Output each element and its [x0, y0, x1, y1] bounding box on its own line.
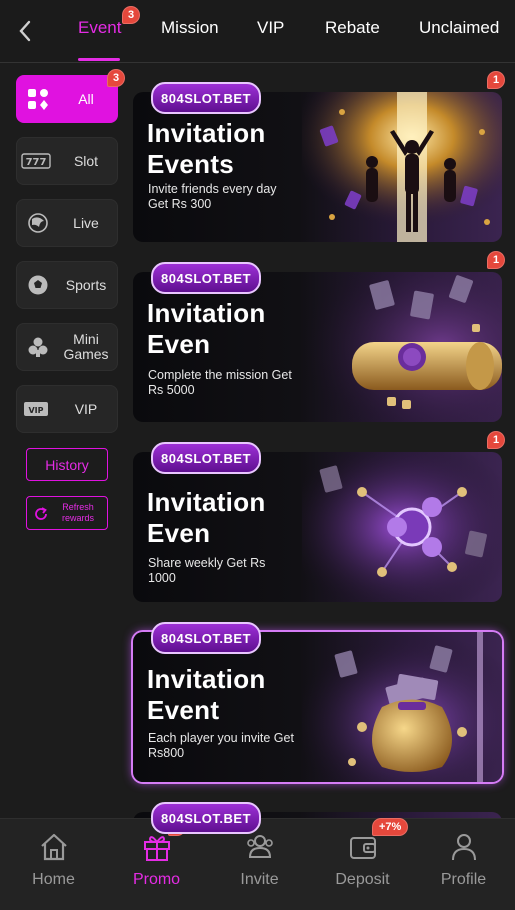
top-tab-bar: Event 3 Mission VIP Rebate Unclaimed: [0, 0, 515, 63]
active-tab-underline: [78, 58, 120, 61]
banner-notification-badge: 1: [487, 431, 505, 449]
banner-subtitle: Share weekly Get Rs 1000: [148, 556, 266, 585]
deposit-bonus-badge: +7%: [372, 818, 409, 836]
brand-logo: 804SLOT.BET: [151, 802, 271, 834]
promo-banner-invitation-events[interactable]: Invitation Events Invite friends every da…: [133, 92, 502, 242]
slot-777-icon: 777: [20, 149, 52, 173]
vip-card-icon: VIP: [20, 397, 52, 421]
sidebar-item-label: All: [78, 91, 94, 107]
tab-unclaimed[interactable]: Unclaimed: [419, 18, 499, 38]
grid-icon: [24, 87, 52, 111]
nav-home[interactable]: Home: [2, 819, 105, 910]
tab-rebate[interactable]: Rebate: [325, 18, 380, 38]
tab-mission[interactable]: Mission: [161, 18, 219, 38]
sidebar-item-label: Slot: [73, 153, 99, 169]
svg-text:777: 777: [26, 157, 47, 168]
refresh-rewards-label: Refresh rewards: [61, 502, 94, 523]
nav-profile[interactable]: Profile: [412, 819, 515, 910]
sidebar-item-all[interactable]: All: [16, 75, 118, 123]
profile-icon: [452, 834, 476, 861]
banner-notification-badge: 1: [487, 251, 505, 269]
sidebar-item-vip[interactable]: VIP VIP: [16, 385, 118, 433]
money-bag-art: [302, 632, 502, 782]
mini-games-icon: [24, 335, 52, 359]
sidebar-item-sports[interactable]: Sports: [16, 261, 118, 309]
party-celebration-art: [302, 92, 502, 242]
nav-label: Profile: [440, 871, 487, 888]
nav-deposit[interactable]: Deposit +7%: [311, 818, 414, 910]
nav-label: Deposit: [335, 871, 390, 888]
banner-title: Invitation Events: [147, 118, 266, 179]
tab-event[interactable]: Event: [78, 18, 121, 38]
banner-subtitle: Each player you invite Get Rs800: [148, 731, 294, 760]
history-button[interactable]: History: [26, 448, 108, 481]
promo-banner-invitation-event[interactable]: Invitation Event Each player you invite G…: [133, 632, 502, 782]
live-dealer-icon: [24, 211, 52, 235]
all-count-badge: 3: [107, 69, 125, 87]
brand-logo: 804SLOT.BET: [151, 622, 271, 654]
banner-notification-badge: 1: [487, 71, 505, 89]
invite-icon: [247, 835, 273, 858]
event-count-badge: 3: [122, 6, 140, 24]
nav-label: Promo: [132, 871, 181, 888]
tab-vip[interactable]: VIP: [257, 18, 284, 38]
sidebar-item-live[interactable]: Live: [16, 199, 118, 247]
back-arrow-icon[interactable]: [12, 18, 38, 44]
share-network-art: [302, 452, 502, 602]
nav-label: Invite: [240, 871, 279, 888]
banner-title: Invitation Even: [147, 487, 266, 548]
brand-logo: 804SLOT.BET: [151, 442, 271, 474]
scroll-seal-art: [302, 272, 502, 422]
nav-label: Home: [32, 871, 75, 888]
banner-subtitle: Complete the mission Get Rs 5000: [148, 368, 292, 397]
refresh-icon: [35, 507, 47, 520]
soccer-ball-icon: [24, 273, 52, 297]
banner-subtitle: Invite friends every day Get Rs 300: [148, 182, 277, 211]
home-icon: [41, 833, 67, 861]
svg-text:VIP: VIP: [28, 406, 43, 415]
refresh-rewards-button[interactable]: Refresh rewards: [26, 496, 108, 530]
promo-banner-invitation-mission[interactable]: Invitation Even Complete the mission Get …: [133, 272, 502, 422]
sidebar-item-label: VIP: [74, 401, 98, 417]
promo-banner-invitation-share[interactable]: Invitation Even Share weekly Get Rs 1000: [133, 452, 502, 602]
sidebar-item-label: Live: [73, 215, 99, 231]
sidebar-item-label: Mini Games: [63, 331, 109, 362]
sidebar-item-label: Sports: [65, 277, 107, 293]
sidebar-item-slot[interactable]: 777 Slot: [16, 137, 118, 185]
brand-logo: 804SLOT.BET: [151, 262, 271, 294]
brand-logo: 804SLOT.BET: [151, 82, 271, 114]
banner-title: Invitation Event: [147, 664, 266, 725]
banner-title: Invitation Even: [147, 298, 266, 359]
sidebar-item-mini-games[interactable]: Mini Games: [16, 323, 118, 371]
